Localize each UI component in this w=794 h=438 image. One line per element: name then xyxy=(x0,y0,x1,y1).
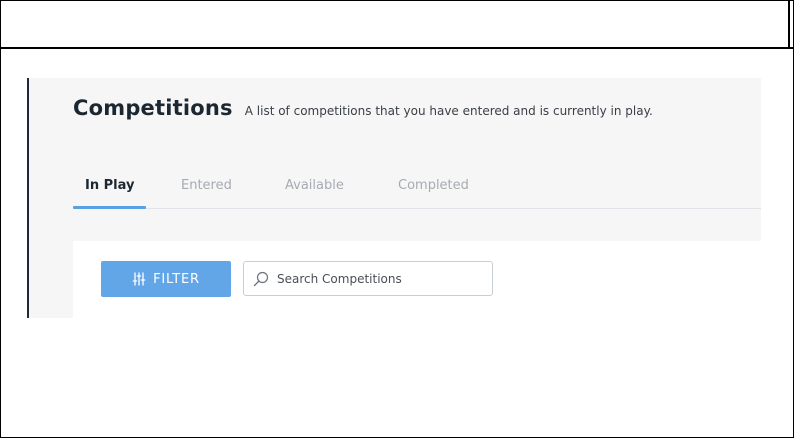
tab-label: Entered xyxy=(181,178,232,193)
tab-entered[interactable]: Entered xyxy=(169,178,244,208)
search-icon xyxy=(253,271,269,287)
top-divider xyxy=(1,47,793,49)
search-box[interactable] xyxy=(243,261,493,296)
active-tab-indicator xyxy=(73,206,147,209)
tab-label: Completed xyxy=(398,178,469,193)
tab-bar: In Play Entered Available Completed xyxy=(73,166,761,209)
filter-button-label: FILTER xyxy=(153,271,200,287)
page-subtitle: A list of competitions that you have ent… xyxy=(244,104,653,118)
screenshot-frame: Competitions A list of competitions that… xyxy=(0,0,794,438)
tab-in-play[interactable]: In Play xyxy=(73,178,147,209)
page-header: Competitions A list of competitions that… xyxy=(73,96,653,120)
competitions-panel: Competitions A list of competitions that… xyxy=(29,78,761,318)
tab-available[interactable]: Available xyxy=(273,178,356,208)
tab-completed[interactable]: Completed xyxy=(386,178,481,208)
sliders-icon xyxy=(132,272,146,286)
tab-label: In Play xyxy=(85,178,135,193)
search-input[interactable] xyxy=(277,262,487,295)
tab-label: Available xyxy=(285,178,344,193)
top-right-divider xyxy=(788,1,790,49)
filter-button[interactable]: FILTER xyxy=(101,261,231,297)
page-title: Competitions xyxy=(73,96,233,120)
competitions-content: FILTER xyxy=(73,241,761,318)
